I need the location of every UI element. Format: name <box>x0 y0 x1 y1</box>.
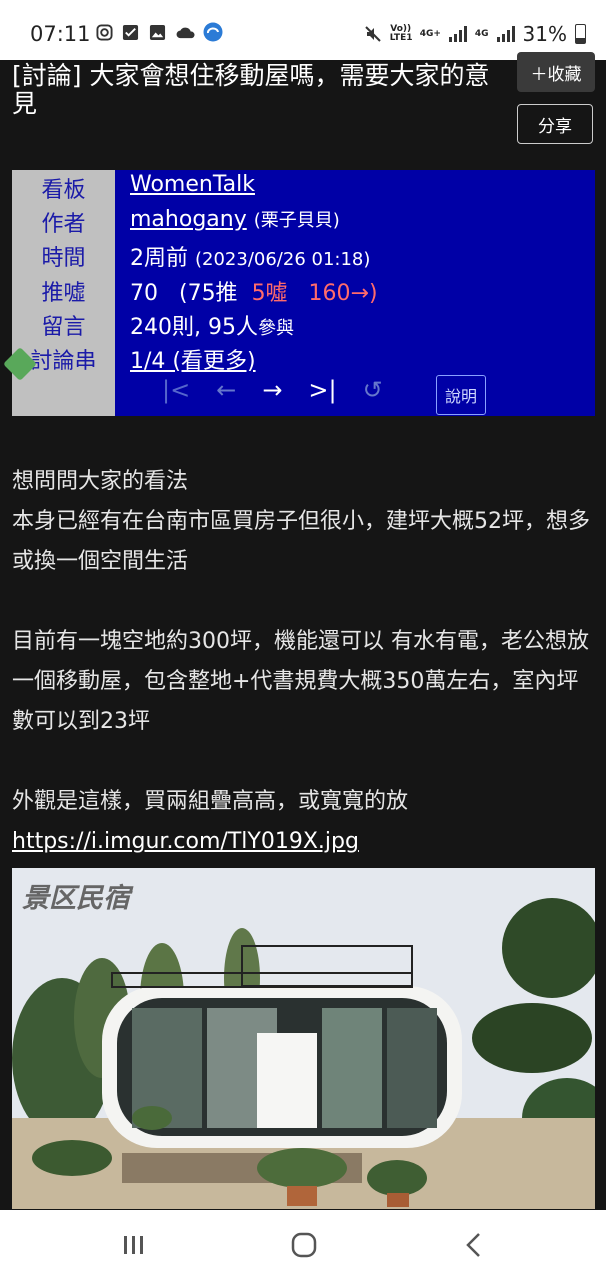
status-bar: 07:11 Vo)) LTE1 4G+ 4G 31% <box>0 0 606 60</box>
author-nickname: (栗子貝貝) <box>253 210 340 231</box>
battery-icon <box>575 24 586 44</box>
favorite-button[interactable]: ＋收藏 <box>517 52 595 92</box>
recent-apps-icon[interactable] <box>122 1234 146 1256</box>
check-box-icon <box>122 24 139 41</box>
image-link[interactable]: https://i.imgur.com/TlY019X.jpg <box>12 829 359 854</box>
arrow-count: 160→) <box>308 281 378 306</box>
body-line: 本身已經有在台南市區買房子但很小，建坪大概52坪，想多或換一個空間生活 <box>12 509 590 574</box>
cloud-icon <box>176 27 195 39</box>
label-time: 時間 <box>41 246 86 271</box>
body-line: 外觀是這樣，買兩組疊高高，或寬寬的放 <box>12 789 409 814</box>
home-icon[interactable] <box>291 1232 317 1258</box>
help-button[interactable]: 說明 <box>436 375 486 415</box>
participant-count: 95人 <box>208 315 258 340</box>
status-right: Vo)) LTE1 4G+ 4G 31% <box>364 22 586 46</box>
image-watermark: 景区民宿 <box>22 883 130 914</box>
boo-count: 5噓 <box>251 281 288 306</box>
thread-navigation: |< ← → >| ↺ <box>162 378 383 402</box>
system-navigation-bar <box>0 1210 606 1280</box>
instagram-icon <box>96 24 113 41</box>
label-author: 作者 <box>41 212 86 237</box>
label-votes: 推噓 <box>41 281 86 306</box>
time-absolute: (2023/06/26 01:18) <box>195 249 371 270</box>
network-4g-plus: 4G+ <box>419 28 441 39</box>
post-body: 想問問大家的看法 本身已經有在台南市區買房子但很小，建坪大概52坪，想多或換一個… <box>12 462 592 862</box>
post-title: [討論] 大家會想住移動屋嗎，需要大家的意見 <box>12 61 490 118</box>
thread-link[interactable]: 1/4 (看更多) <box>130 349 256 374</box>
photo-illustration <box>12 868 595 1209</box>
sync-app-icon <box>203 22 223 42</box>
time-relative: 2周前 <box>130 246 188 271</box>
gallery-icon <box>149 24 166 41</box>
battery-percent: 31% <box>522 22 567 46</box>
comment-count: 240則, <box>130 315 201 340</box>
signal-icon <box>448 26 467 42</box>
label-board: 看板 <box>41 178 86 203</box>
signal-icon <box>496 26 515 42</box>
share-button[interactable]: 分享 <box>517 104 593 144</box>
mute-icon <box>364 26 381 42</box>
post-meta-panel: 看板 作者 時間 推噓 留言 討論串 WomenTalk mahogany (栗… <box>3 170 595 416</box>
board-link[interactable]: WomenTalk <box>130 172 255 197</box>
mobile-house-photo[interactable]: 景区民宿 <box>12 868 595 1209</box>
body-line: 目前有一塊空地約300坪，機能還可以 有水有電，老公想放一個移動屋，包含整地+代… <box>12 629 589 734</box>
first-page-icon[interactable]: |< <box>162 378 190 402</box>
push-count: (75推 <box>178 281 238 306</box>
volte-indicator: Vo)) LTE1 <box>389 24 413 43</box>
next-arrow-icon[interactable]: → <box>262 378 282 402</box>
label-comments: 留言 <box>41 315 86 340</box>
refresh-icon[interactable]: ↺ <box>363 378 383 402</box>
body-line: 想問問大家的看法 <box>12 469 189 494</box>
vote-score: 70 <box>130 281 158 306</box>
clock: 07:11 <box>30 22 91 46</box>
participant-suffix: 參與 <box>258 318 294 339</box>
last-page-icon[interactable]: >| <box>308 378 336 402</box>
back-icon[interactable] <box>464 1232 484 1258</box>
prev-arrow-icon[interactable]: ← <box>216 378 236 402</box>
network-4g: 4G <box>474 28 489 39</box>
author-link[interactable]: mahogany <box>130 207 247 232</box>
